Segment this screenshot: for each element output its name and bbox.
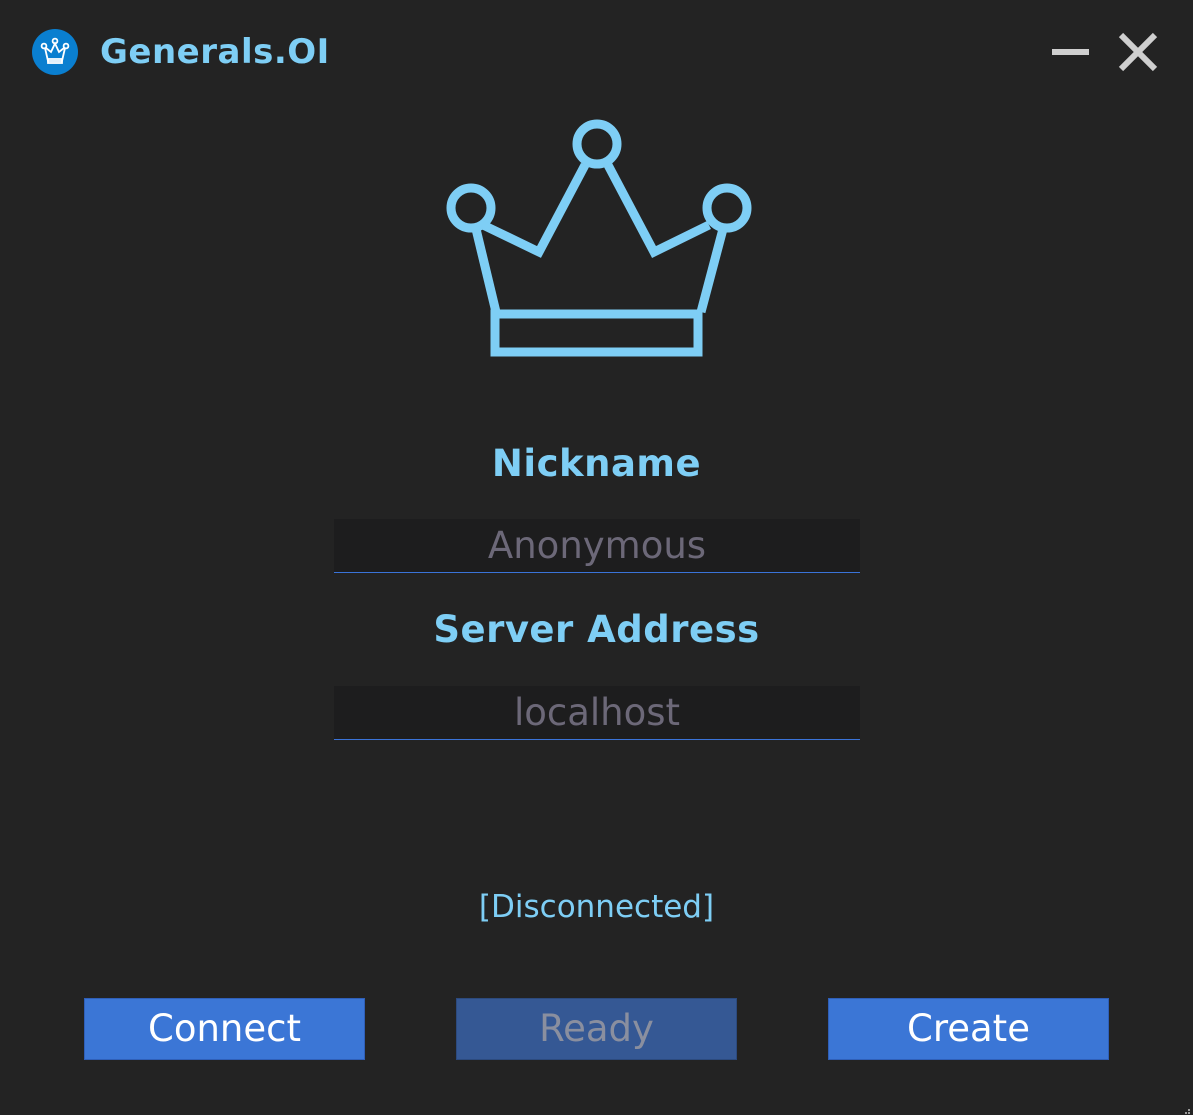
close-button[interactable] bbox=[1113, 27, 1163, 77]
ready-button[interactable]: Ready bbox=[456, 998, 737, 1060]
minimize-button[interactable] bbox=[1046, 30, 1094, 74]
login-window: Generals.OI Nickname Anonymous Server Ad… bbox=[0, 0, 1193, 1115]
app-logo-icon bbox=[32, 29, 78, 75]
server-address-label: Server Address bbox=[433, 608, 760, 651]
crown-icon bbox=[440, 112, 760, 368]
nickname-input[interactable] bbox=[334, 519, 860, 573]
create-button[interactable]: Create bbox=[828, 998, 1109, 1060]
connect-button[interactable]: Connect bbox=[84, 998, 365, 1060]
minimize-icon bbox=[1052, 49, 1089, 55]
app-title: Generals.OI bbox=[100, 32, 330, 72]
nickname-label: Nickname bbox=[491, 442, 702, 485]
close-icon bbox=[1118, 32, 1158, 72]
resize-grip-icon[interactable] bbox=[1181, 1103, 1191, 1114]
server-address-input[interactable] bbox=[334, 686, 860, 740]
connection-status: [Disconnected] bbox=[478, 889, 715, 925]
